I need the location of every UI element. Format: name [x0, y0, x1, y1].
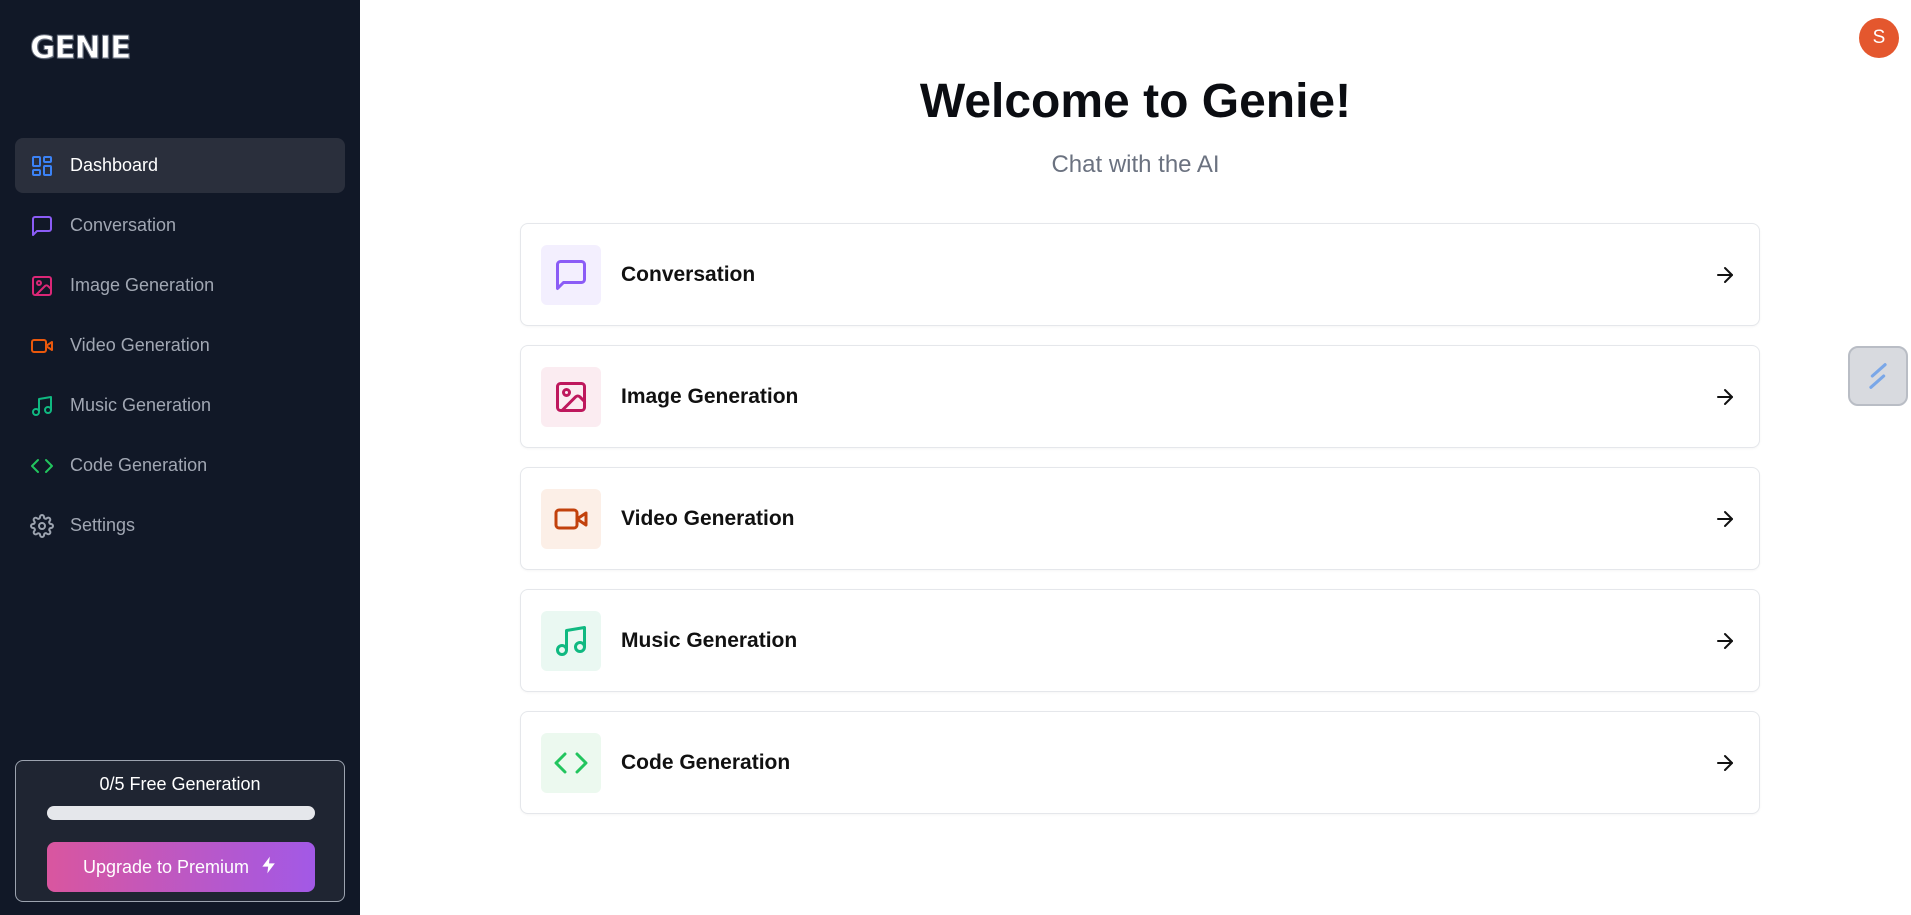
- upgrade-button-label: Upgrade to Premium: [82, 856, 250, 877]
- tool-card-label: Conversation: [621, 262, 756, 286]
- zap-icon: [259, 855, 279, 880]
- music-icon: [541, 610, 601, 671]
- image-icon: [541, 366, 601, 427]
- sidebar-item-image-generation[interactable]: Image Generation: [15, 258, 345, 313]
- sidebar-item-label: Video Generation: [70, 335, 210, 355]
- settings-icon: [30, 513, 54, 538]
- video-icon: [541, 488, 601, 549]
- free-generation-count: 0/5 Free Generation: [99, 774, 261, 794]
- tool-card-music-generation[interactable]: Music Generation: [520, 589, 1760, 692]
- tool-card-label: Video Generation: [621, 506, 795, 530]
- layout-dashboard-icon: [30, 154, 54, 178]
- sidebar-item-code-generation[interactable]: Code Generation: [15, 438, 345, 493]
- tool-card-conversation[interactable]: Conversation: [520, 223, 1760, 326]
- free-generation-progress: [47, 806, 315, 820]
- sidebar-item-label: Code Generation: [70, 455, 208, 475]
- message-square-icon: [541, 244, 601, 305]
- arrow-right-icon: [1717, 510, 1733, 527]
- tool-card-code-generation[interactable]: Code Generation: [520, 711, 1760, 814]
- sidebar-item-settings[interactable]: Settings: [15, 498, 345, 553]
- upgrade-button[interactable]: Upgrade to Premium: [47, 842, 315, 892]
- arrow-right-icon: [1717, 632, 1733, 649]
- arrow-right-icon: [1717, 266, 1733, 283]
- sidebar-item-conversation[interactable]: Conversation: [15, 198, 345, 253]
- genie-logo[interactable]: GENIE: [29, 30, 131, 67]
- sidebar-item-video-generation[interactable]: Video Generation: [15, 318, 345, 373]
- tool-card-image-generation[interactable]: Image Generation: [520, 345, 1760, 448]
- tool-card-label: Code Generation: [621, 750, 791, 774]
- tool-card-video-generation[interactable]: Video Generation: [520, 467, 1760, 570]
- sidebar-item-label: Dashboard: [70, 155, 159, 175]
- sidebar-item-label: Conversation: [70, 215, 177, 235]
- tool-card-label: Music Generation: [621, 628, 798, 652]
- bolt-icon: [1869, 363, 1887, 389]
- arrow-right-icon: [1717, 388, 1733, 405]
- sidebar: GENIE Dashboard Conversation Image Gener…: [0, 0, 360, 915]
- code-icon: [30, 454, 54, 478]
- sidebar-item-music-generation[interactable]: Music Generation: [15, 378, 345, 433]
- page-title: Welcome to Genie!: [919, 75, 1352, 128]
- music-icon: [30, 394, 54, 418]
- free-generation-card: 0/5 Free Generation Upgrade to Premium: [15, 760, 345, 902]
- image-icon: [30, 274, 54, 298]
- code-icon: [541, 732, 601, 793]
- user-avatar[interactable]: S: [1859, 18, 1899, 58]
- floating-extension-button[interactable]: [1848, 346, 1908, 406]
- tool-list: Conversation Image Generation Video Gene…: [520, 223, 1760, 833]
- page-subtitle: Chat with the AI: [1051, 151, 1220, 178]
- tool-card-label: Image Generation: [621, 384, 799, 408]
- sidebar-nav: Dashboard Conversation Image Generation …: [15, 138, 345, 558]
- sidebar-item-label: Music Generation: [70, 395, 212, 415]
- arrow-right-icon: [1717, 754, 1733, 771]
- sidebar-item-dashboard[interactable]: Dashboard: [15, 138, 345, 193]
- sidebar-item-label: Image Generation: [70, 275, 215, 295]
- sidebar-item-label: Settings: [70, 515, 136, 535]
- message-square-icon: [30, 214, 54, 238]
- video-icon: [30, 334, 54, 358]
